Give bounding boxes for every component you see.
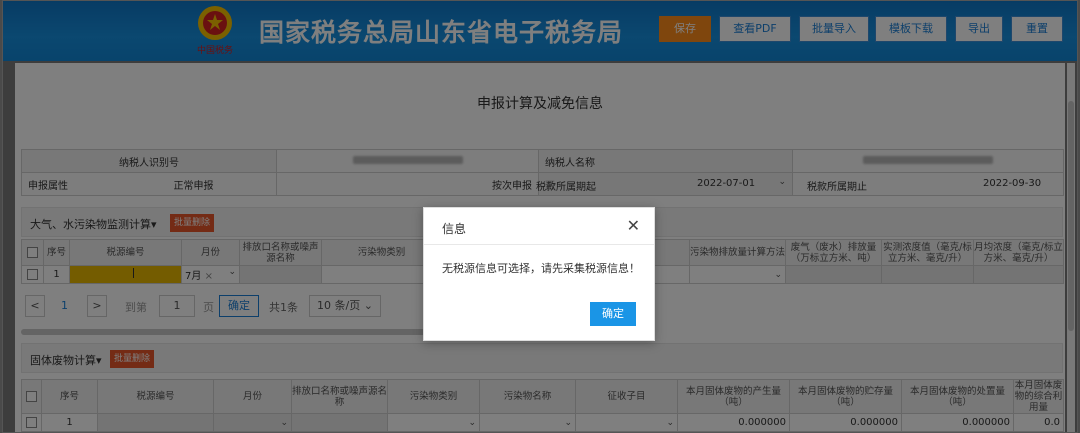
- pollutant-type-select-2[interactable]: ⌄: [387, 413, 480, 432]
- source-id-input[interactable]: [69, 265, 182, 284]
- close-icon[interactable]: ✕: [627, 216, 640, 235]
- levy-item-select-2[interactable]: ⌄: [575, 413, 678, 432]
- disposed-input[interactable]: 0.000000: [901, 413, 1014, 432]
- total-count: 共1条: [269, 301, 298, 314]
- prev-page-button[interactable]: <: [25, 295, 45, 317]
- site-title: 国家税务总局山东省电子税务局: [259, 18, 624, 47]
- col-calc-method: 污染物排放量计算方法: [689, 239, 786, 266]
- page-title: 申报计算及减免信息: [477, 96, 603, 112]
- taxpayer-name-value: [792, 149, 1064, 173]
- col-measured-conc: 实测浓度值（毫克/标立方米、毫克/升）: [881, 239, 974, 266]
- taxpayer-name-label: 纳税人名称: [538, 149, 793, 173]
- dialog-message: 无税源信息可选择，请先采集税源信息！: [442, 262, 640, 275]
- page-size-select[interactable]: 10 条/页 ⌄: [309, 295, 381, 317]
- col-monthly-conc: 月均浓度（毫克/标立方米、毫克/升）: [973, 239, 1064, 266]
- period-end-value: 2022-09-30: [983, 178, 1042, 189]
- col-source-id-2: 税源编号: [97, 379, 214, 414]
- info-dialog: 信息 ✕ 无税源信息可选择，请先采集税源信息！ 确定: [423, 207, 655, 341]
- browser-frame: 中国税务 国家税务总局山东省电子税务局 保存 查看PDF 批量导入 模板下载 导…: [2, 0, 1078, 433]
- batch-delete-button[interactable]: 批量删除: [170, 214, 215, 232]
- taxpayer-id-value: [276, 149, 539, 173]
- col-source-id: 税源编号: [69, 239, 182, 266]
- goto-label: 到第: [125, 301, 147, 314]
- utilized-input[interactable]: 0.0: [1013, 413, 1064, 432]
- reset-button[interactable]: 重置: [1011, 16, 1063, 42]
- col-stored-2: 本月固体废物的贮存量（吨）: [789, 379, 902, 414]
- vertical-scroll-thumb[interactable]: [1068, 101, 1074, 331]
- col-month: 月份: [181, 239, 240, 266]
- period-start-label: 税款所属期起: [536, 182, 596, 193]
- emblem-caption: 中国税务: [197, 44, 233, 56]
- col-utilized-2: 本月固体废物的综合利用量: [1013, 379, 1064, 414]
- dialog-divider: [424, 244, 654, 245]
- emission-volume-cell: [785, 265, 882, 284]
- col-month-2: 月份: [213, 379, 292, 414]
- chevron-down-icon: ⌄: [778, 176, 786, 187]
- col-index: 序号: [43, 239, 70, 266]
- row-checkbox-2[interactable]: [21, 413, 42, 432]
- col-levy-item-2: 征收子目: [575, 379, 678, 414]
- period-end-label: 税款所属期止: [807, 182, 867, 193]
- produced-input[interactable]: 0.000000: [677, 413, 790, 432]
- decl-attr-value: 正常申报: [173, 180, 214, 192]
- current-page[interactable]: 1: [61, 299, 68, 312]
- export-button[interactable]: 导出: [955, 16, 1003, 42]
- select-all-checkbox-2[interactable]: [21, 379, 42, 414]
- horizontal-scrollbar[interactable]: [21, 329, 429, 335]
- row-checkbox[interactable]: [21, 265, 44, 284]
- month-select-2[interactable]: ⌄: [213, 413, 292, 432]
- source-id-cell-2: [97, 413, 214, 432]
- outlet-name-cell: [239, 265, 322, 284]
- by-time-label: 按次申报: [492, 180, 532, 192]
- pollutant-name-select-2[interactable]: ⌄: [479, 413, 576, 432]
- by-time-cell: 按次申报: [276, 172, 539, 196]
- solid-waste-table: 序号 税源编号 月份 排放口名称或噪声源名称 污染物类别 污染物名称 征收子目 …: [21, 379, 1064, 432]
- decl-attr-label: 申报属性: [28, 180, 68, 192]
- monthly-conc-cell: [973, 265, 1064, 284]
- site-header: 中国税务 国家税务总局山东省电子税务局 保存 查看PDF 批量导入 模板下载 导…: [3, 1, 1077, 61]
- template-download-button[interactable]: 模板下载: [875, 16, 947, 42]
- col-pollutant-type-2: 污染物类别: [387, 379, 480, 414]
- next-page-button[interactable]: >: [87, 295, 107, 317]
- stored-input[interactable]: 0.000000: [789, 413, 902, 432]
- taxpayer-id-label: 纳税人识别号: [21, 149, 277, 173]
- calc-method-select[interactable]: ⌄: [689, 265, 786, 284]
- measured-conc-cell: [881, 265, 974, 284]
- view-pdf-button[interactable]: 查看PDF: [719, 16, 791, 42]
- period-start-value: 2022-07-01: [697, 178, 756, 189]
- batch-import-button[interactable]: 批量导入: [799, 16, 869, 42]
- dialog-ok-button[interactable]: 确定: [590, 302, 636, 326]
- row-index-2: 1: [41, 413, 98, 432]
- row-index: 1: [43, 265, 70, 284]
- col-produced-2: 本月固体废物的产生量（吨）: [677, 379, 790, 414]
- goto-page-input[interactable]: 1: [159, 295, 195, 317]
- goto-confirm-button[interactable]: 确定: [219, 295, 259, 317]
- page-unit: 页: [203, 301, 214, 314]
- batch-delete-button-2[interactable]: 批量删除: [110, 350, 155, 368]
- solid-waste-section-bar: 固体废物计算▾ 批量删除: [21, 343, 1063, 373]
- select-all-checkbox[interactable]: [21, 239, 44, 266]
- col-outlet-name: 排放口名称或噪声源名称: [239, 239, 322, 266]
- col-index-2: 序号: [41, 379, 98, 414]
- pollutant-section-title[interactable]: 大气、水污染物监测计算▾: [30, 216, 157, 232]
- outlet-name-cell-2: [291, 413, 388, 432]
- table-row: 1 ⌄ ⌄ ⌄ ⌄ 0.000000 0.000000 0.000000 0.0: [21, 413, 1064, 432]
- tax-emblem-icon: 中国税务: [197, 6, 233, 56]
- decl-attr-cell: 申报属性 正常申报: [21, 172, 277, 196]
- month-select[interactable]: 7月 × ⌄: [181, 265, 240, 284]
- solid-waste-section-title[interactable]: 固体废物计算▾: [30, 352, 102, 368]
- save-button[interactable]: 保存: [659, 16, 711, 42]
- col-pollutant-name-2: 污染物名称: [479, 379, 576, 414]
- col-disposed-2: 本月固体废物的处置量（吨）: [901, 379, 1014, 414]
- col-outlet-name-2: 排放口名称或噪声源名称: [291, 379, 388, 414]
- dialog-title: 信息: [442, 222, 467, 236]
- col-emission-volume: 废气（废水）排放量（万标立方米、吨）: [785, 239, 882, 266]
